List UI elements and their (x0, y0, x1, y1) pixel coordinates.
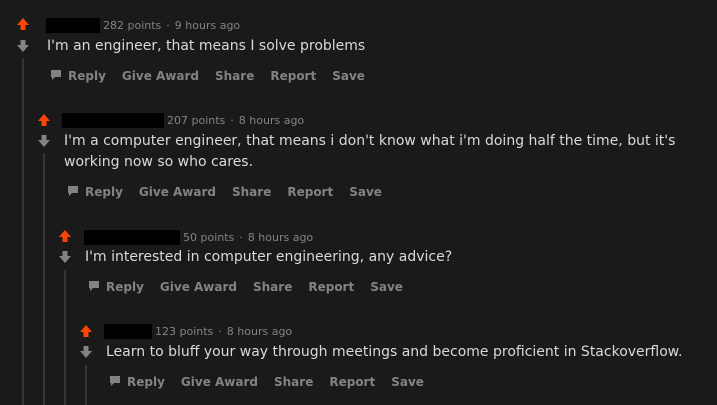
thread-line-2[interactable] (43, 153, 45, 405)
downvote-arrow-icon[interactable] (16, 39, 30, 53)
report-button[interactable]: Report (287, 185, 333, 199)
downvote-arrow-icon[interactable] (37, 134, 51, 148)
downvote-arrow-icon[interactable] (79, 345, 93, 359)
comment-actions: Reply Give Award Share Report Save (50, 67, 381, 85)
save-button[interactable]: Save (332, 69, 365, 83)
vote-controls (15, 17, 31, 53)
thread-line-3[interactable] (64, 270, 66, 405)
points-count: 123 points (155, 324, 214, 338)
redacted-username (46, 17, 100, 33)
timestamp[interactable]: 8 hours ago (227, 325, 292, 338)
comment-body: I'm a computer engineer, that means i do… (64, 133, 676, 170)
give-award-button[interactable]: Give Award (160, 280, 237, 294)
reply-label: Reply (127, 375, 165, 389)
timestamp[interactable]: 9 hours ago (175, 19, 240, 32)
thread-line-1[interactable] (22, 58, 24, 405)
points-count: 50 points (183, 230, 235, 244)
comment-bubble-icon (50, 69, 62, 84)
vote-controls (78, 324, 94, 359)
meta-separator: · (218, 324, 222, 338)
timestamp[interactable]: 8 hours ago (239, 114, 304, 127)
save-button[interactable]: Save (391, 375, 424, 389)
meta-separator: · (239, 230, 243, 244)
reply-label: Reply (68, 69, 106, 83)
thread-line-4[interactable] (85, 365, 87, 405)
give-award-button[interactable]: Give Award (139, 185, 216, 199)
comment-meta: 123 points · 8 hours ago (104, 323, 292, 339)
upvote-arrow-icon[interactable] (16, 17, 30, 31)
meta-separator: · (230, 113, 234, 127)
report-button[interactable]: Report (270, 69, 316, 83)
comment-body: I'm an engineer, that means I solve prob… (47, 38, 366, 54)
comment-body: Learn to bluff your way through meetings… (106, 344, 683, 360)
upvote-arrow-icon[interactable] (58, 229, 72, 243)
vote-controls (57, 229, 73, 264)
points-count: 207 points (167, 113, 226, 127)
redacted-username (104, 323, 152, 339)
share-button[interactable]: Share (215, 69, 254, 83)
save-button[interactable]: Save (349, 185, 382, 199)
downvote-arrow-icon[interactable] (58, 250, 72, 264)
comment-meta: 282 points · 9 hours ago (46, 17, 240, 33)
comment-actions: Reply Give Award Share Report Save (67, 183, 398, 201)
vote-controls (36, 113, 52, 148)
share-button[interactable]: Share (274, 375, 313, 389)
comment-bubble-icon (67, 185, 79, 200)
give-award-button[interactable]: Give Award (122, 69, 199, 83)
redacted-username (84, 229, 180, 245)
give-award-button[interactable]: Give Award (181, 375, 258, 389)
comment-actions: Reply Give Award Share Report Save (109, 373, 440, 391)
timestamp[interactable]: 8 hours ago (248, 231, 313, 244)
comment-actions: Reply Give Award Share Report Save (88, 278, 419, 296)
share-button[interactable]: Share (232, 185, 271, 199)
comment-bubble-icon (88, 280, 100, 295)
comment-thread: 282 points · 9 hours ago I'm an engineer… (0, 0, 717, 405)
share-button[interactable]: Share (253, 280, 292, 294)
reply-button[interactable]: Reply (88, 280, 144, 295)
redacted-username (62, 112, 164, 128)
comment-bubble-icon (109, 375, 121, 390)
report-button[interactable]: Report (308, 280, 354, 294)
comment-meta: 50 points · 8 hours ago (84, 229, 313, 245)
meta-separator: · (166, 18, 170, 32)
upvote-arrow-icon[interactable] (79, 324, 93, 338)
reply-label: Reply (85, 185, 123, 199)
reply-button[interactable]: Reply (50, 69, 106, 84)
reply-button[interactable]: Reply (109, 375, 165, 390)
reply-button[interactable]: Reply (67, 185, 123, 200)
comment-meta: 207 points · 8 hours ago (62, 112, 304, 128)
points-count: 282 points (103, 18, 162, 32)
save-button[interactable]: Save (370, 280, 403, 294)
comment-body: I'm interested in computer engineering, … (85, 249, 453, 265)
report-button[interactable]: Report (329, 375, 375, 389)
reply-label: Reply (106, 280, 144, 294)
upvote-arrow-icon[interactable] (37, 113, 51, 127)
